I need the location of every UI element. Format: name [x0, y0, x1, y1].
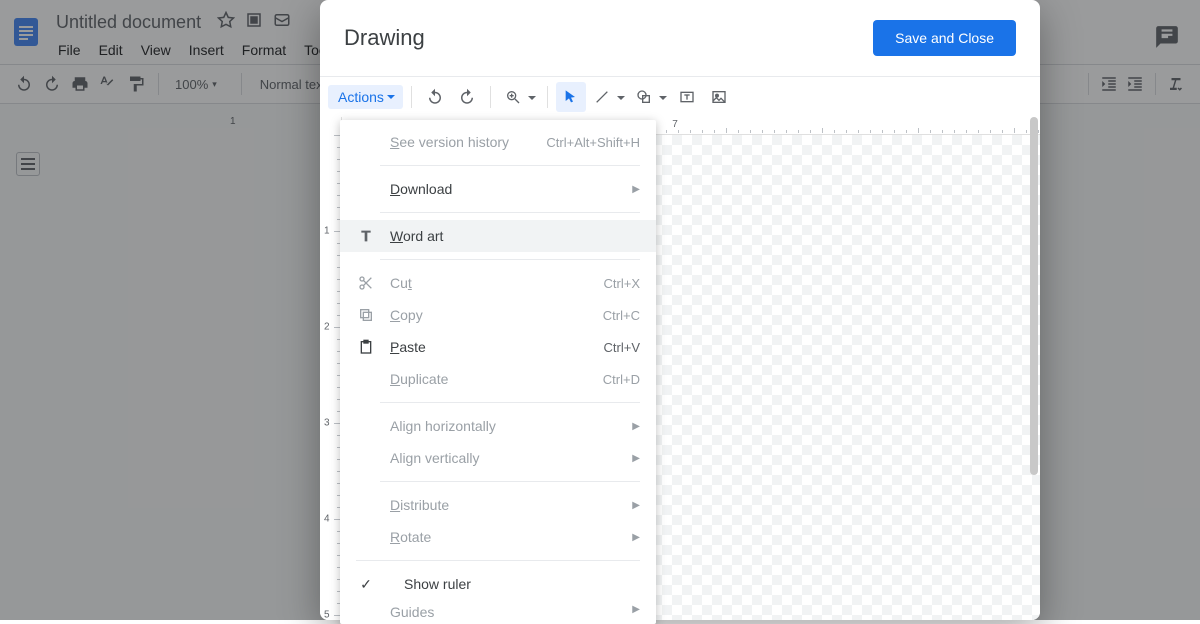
paste-icon — [356, 337, 376, 357]
menu-divider — [356, 560, 640, 561]
blank-icon — [356, 448, 376, 468]
menu-divider — [380, 212, 640, 213]
menu-item-rotate: Rotate ▶ — [340, 521, 656, 553]
copy-icon — [356, 305, 376, 325]
save-and-close-button[interactable]: Save and Close — [873, 20, 1016, 56]
menu-item-label: Download — [390, 181, 618, 197]
cut-icon — [356, 273, 376, 293]
blank-icon — [356, 527, 376, 547]
menu-item-label: Paste — [390, 339, 590, 355]
menu-item-align-horizontally: Align horizontally ▶ — [340, 410, 656, 442]
menu-item-label: Word art — [390, 228, 640, 244]
menu-item-align-vertically: Align vertically ▶ — [340, 442, 656, 474]
menu-item-label: Distribute — [390, 497, 618, 513]
menu-item-distribute: Distribute ▶ — [340, 489, 656, 521]
blank-icon — [356, 179, 376, 199]
menu-item-download[interactable]: Download ▶ — [340, 173, 656, 205]
blank-icon — [356, 416, 376, 436]
menu-item-label: Duplicate — [390, 371, 589, 387]
canvas-scrollbar[interactable] — [1030, 117, 1038, 475]
menu-item-paste[interactable]: Paste Ctrl+V — [340, 331, 656, 363]
redo-icon[interactable] — [452, 82, 482, 112]
dialog-title: Drawing — [344, 25, 425, 51]
blank-icon — [356, 604, 376, 624]
drawing-toolbar: Actions — [320, 77, 1040, 117]
menu-divider — [380, 259, 640, 260]
blank-icon — [356, 495, 376, 515]
wordart-icon — [356, 226, 376, 246]
menu-shortcut: Ctrl+V — [604, 340, 640, 355]
menu-item-label: Cut — [390, 275, 590, 291]
menu-item-label: Rotate — [390, 529, 618, 545]
submenu-arrow-icon: ▶ — [632, 421, 640, 432]
undo-icon[interactable] — [420, 82, 450, 112]
menu-item-label: Guides — [390, 604, 618, 620]
blank-icon — [356, 369, 376, 389]
menu-item-show-ruler[interactable]: Show ruler — [340, 568, 656, 600]
menu-item-label: Show ruler — [404, 576, 640, 592]
image-tool-icon[interactable] — [704, 82, 734, 112]
submenu-arrow-icon: ▶ — [632, 500, 640, 511]
menu-item-label: Align horizontally — [390, 418, 618, 434]
submenu-arrow-icon: ▶ — [632, 532, 640, 543]
menu-item-copy: Copy Ctrl+C — [340, 299, 656, 331]
zoom-tool-icon[interactable] — [499, 82, 539, 112]
menu-item-word-art[interactable]: Word art — [340, 220, 656, 252]
menu-item-cut: Cut Ctrl+X — [340, 267, 656, 299]
menu-divider — [380, 402, 640, 403]
menu-item-label: See version history — [390, 134, 532, 150]
menu-item-see-version-history: See version history Ctrl+Alt+Shift+H — [340, 126, 656, 158]
line-tool-icon[interactable] — [588, 82, 628, 112]
actions-menu: See version history Ctrl+Alt+Shift+H Downl… — [340, 120, 656, 624]
actions-dropdown-button[interactable]: Actions — [328, 85, 403, 109]
menu-item-label: Align vertically — [390, 450, 618, 466]
menu-shortcut: Ctrl+C — [603, 308, 640, 323]
menu-item-duplicate: Duplicate Ctrl+D — [340, 363, 656, 395]
menu-divider — [380, 481, 640, 482]
submenu-arrow-icon: ▶ — [632, 453, 640, 464]
menu-item-label: Copy — [390, 307, 589, 323]
submenu-arrow-icon: ▶ — [632, 604, 640, 615]
blank-icon — [356, 132, 376, 152]
shape-tool-icon[interactable] — [630, 82, 670, 112]
textbox-tool-icon[interactable] — [672, 82, 702, 112]
menu-shortcut: Ctrl+X — [604, 276, 640, 291]
menu-divider — [380, 165, 640, 166]
menu-shortcut: Ctrl+Alt+Shift+H — [546, 135, 640, 150]
menu-item-guides: Guides ▶ — [340, 600, 656, 624]
vertical-ruler: 12345 — [320, 117, 342, 620]
menu-shortcut: Ctrl+D — [603, 372, 640, 387]
submenu-arrow-icon: ▶ — [632, 184, 640, 195]
select-tool-icon[interactable] — [556, 82, 586, 112]
